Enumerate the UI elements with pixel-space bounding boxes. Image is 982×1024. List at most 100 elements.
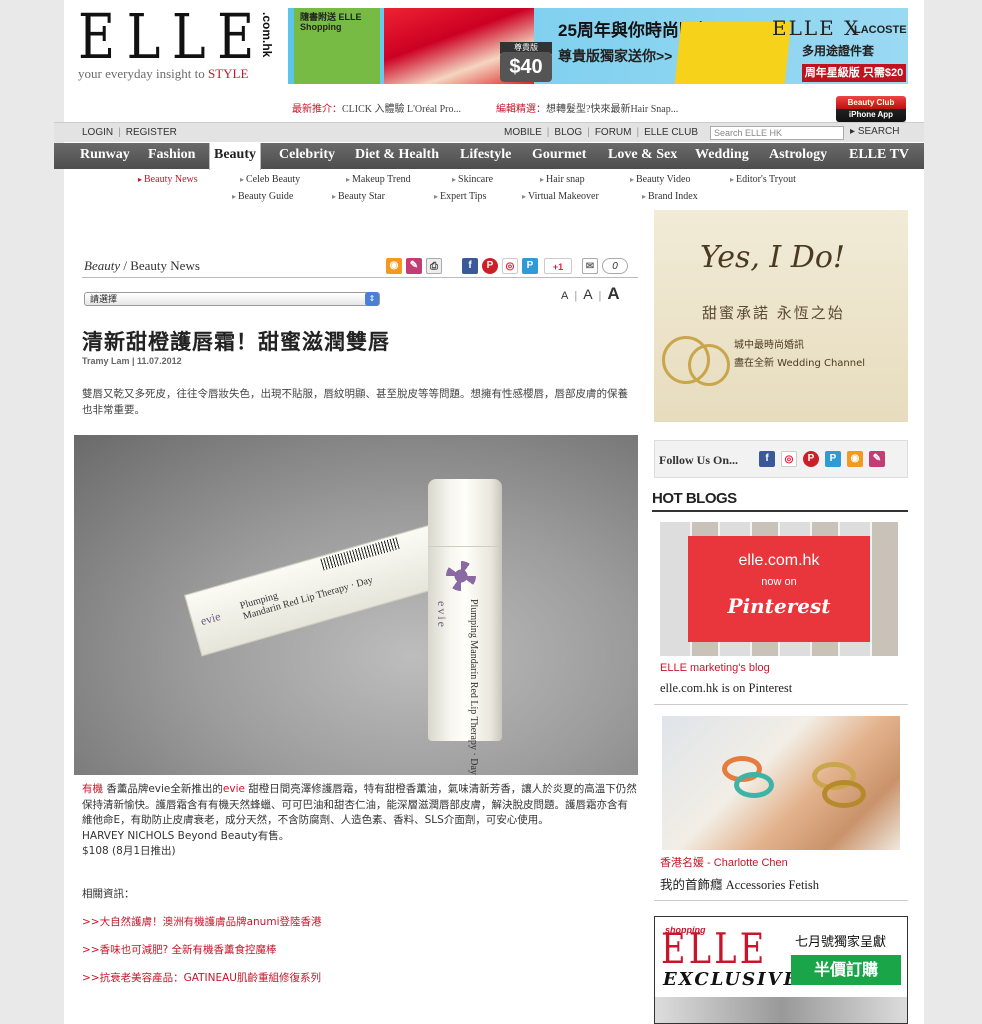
wedding-sub: 甜蜜承諾 永恆之始 [702, 304, 845, 322]
share-count: 0 [602, 258, 628, 274]
search-arrow-icon: ▸ [850, 126, 858, 137]
subnav-beauty-guide[interactable]: Beauty Guide [232, 191, 293, 202]
pinterest-promo-card: elle.com.hk now on Pinterest [688, 536, 870, 642]
nav-astrology[interactable]: Astrology [769, 143, 827, 169]
wedding-channel-ad[interactable]: Yes, I Do! 甜蜜承諾 永恆之始 城中最時尚婚訊 盡在全新 Weddin… [654, 210, 908, 422]
weibo-icon[interactable]: ◎ [502, 258, 518, 274]
nav-beauty[interactable]: Beauty [209, 143, 261, 170]
follow-label: Follow Us On... [659, 453, 739, 467]
elle-logo[interactable]: ELLE .com.hk your everyday insight to ST… [78, 6, 278, 82]
subnav-makeup-trend[interactable]: Makeup Trend [346, 174, 411, 185]
subnav-beauty-news[interactable]: Beauty News [138, 174, 198, 185]
blog-title-2[interactable]: 我的首飾癮 Accessories Fetish [660, 874, 819, 893]
article-intro: 雙唇又乾又多死皮，往往令唇妝失色，出現不貼服，唇紋明顯、甚至脫皮等等問題。想擁有… [82, 388, 628, 416]
bookmark-icon[interactable]: ✎ [406, 258, 422, 274]
organic-link[interactable]: 有機 [82, 783, 103, 795]
google-plus-one-button[interactable]: +1 [544, 258, 572, 274]
related-link-2[interactable]: >>香味也可減肥? 全新有機香薰食控魔棒 [82, 942, 277, 957]
facebook-icon[interactable]: f [462, 258, 478, 274]
rss-icon[interactable]: ◉ [847, 451, 863, 467]
pinterest-icon[interactable]: P [482, 258, 498, 274]
elle-shopping-exclusive-ad[interactable]: ELLE shopping EXCLUSIVE 七月號獨家呈獻 半價訂購 [654, 916, 908, 1024]
beauty-club-app-badge[interactable]: Beauty Club iPhone App [836, 96, 906, 122]
banner-subtitle[interactable]: 尊貴版獨家送你>> [558, 46, 672, 66]
login-link[interactable]: LOGIN [82, 127, 113, 138]
elle-club-link[interactable]: ELLE CLUB [644, 127, 698, 138]
box-brand-text: evie [198, 609, 223, 629]
breadcrumb-divider [82, 277, 638, 278]
nav-diet-health[interactable]: Diet & Health [355, 143, 439, 169]
mobile-link[interactable]: MOBILE [504, 127, 542, 138]
register-link[interactable]: REGISTER [126, 127, 177, 138]
weibo-icon[interactable]: ◎ [781, 451, 797, 467]
tube-cap [428, 479, 502, 547]
tube-brand-text: evie [435, 601, 449, 629]
evie-link[interactable]: evie [223, 783, 245, 795]
forum-link[interactable]: FORUM [595, 127, 632, 138]
ad-shopping-label: shopping [665, 925, 706, 935]
promo-link-1[interactable]: 最新推介：CLICK 入體驗 L'Oréal Pro... [292, 100, 461, 115]
related-heading: 相關資訊： [82, 888, 135, 900]
blog-divider [654, 704, 908, 705]
print-icon[interactable]: ⎙ [426, 258, 442, 274]
page: ELLE .com.hk your everyday insight to ST… [54, 0, 924, 1024]
plurk-icon[interactable]: P [825, 451, 841, 467]
subnav-virtual-makeover[interactable]: Virtual Makeover [522, 191, 599, 202]
blog-thumbnail-pinterest[interactable]: elle.com.hk now on Pinterest [660, 522, 898, 656]
blog-title-1[interactable]: elle.com.hk is on Pinterest [660, 681, 792, 696]
subnav-editors-tryout[interactable]: Editor's Tryout [730, 174, 796, 185]
subnav-skincare[interactable]: Skincare [452, 174, 493, 185]
nav-wedding[interactable]: Wedding [695, 143, 749, 169]
font-large-button[interactable]: A [607, 284, 619, 303]
blog-thumbnail-accessories[interactable] [662, 716, 900, 850]
banner-price-strip: 周年星級版 只需$20 [802, 64, 906, 82]
breadcrumb: Beauty / Beauty News [84, 258, 200, 273]
nav-gourmet[interactable]: Gourmet [532, 143, 586, 169]
font-small-button[interactable]: A [561, 290, 568, 302]
nav-elle-tv[interactable]: ELLE TV [849, 143, 909, 169]
ad-bottom-image [655, 997, 907, 1023]
search-button[interactable]: ▸ SEARCH [850, 126, 900, 137]
subnav-hair-snap[interactable]: Hair snap [540, 174, 585, 185]
account-links: LOGIN | REGISTER [82, 127, 177, 138]
rss-icon[interactable]: ◉ [386, 258, 402, 274]
related-link-3[interactable]: >>抗衰老美容產品：GATINEAU肌齡重組修復系列 [82, 970, 321, 985]
nav-runway[interactable]: Runway [80, 143, 130, 169]
promo-link-2[interactable]: 編輯精選：想轉髮型?快來最新Hair Snap... [496, 100, 678, 115]
search-input[interactable]: Search ELLE HK [710, 126, 844, 140]
breadcrumb-page[interactable]: Beauty News [130, 258, 200, 273]
email-icon[interactable]: ✉ [582, 258, 598, 274]
subnav-beauty-video[interactable]: Beauty Video [630, 174, 690, 185]
related-link-1[interactable]: >>大自然護膚！澳洲有機護膚品牌anumi登陸香港 [82, 914, 321, 929]
article-title: 清新甜橙護唇霜！甜蜜滋潤雙唇 [82, 330, 390, 354]
subnav-beauty-star[interactable]: Beauty Star [332, 191, 385, 202]
blog-link[interactable]: BLOG [554, 127, 582, 138]
nav-celebrity[interactable]: Celebrity [279, 143, 335, 169]
subnav-brand-index[interactable]: Brand Index [642, 191, 698, 202]
nav-fashion[interactable]: Fashion [148, 143, 195, 169]
top-banner-ad[interactable]: 隨書附送 ELLE Shopping 尊貴版 $40 25周年與你時尚同行 尊貴… [288, 8, 908, 84]
blog-caption-1[interactable]: ELLE marketing's blog [660, 662, 770, 674]
half-price-subscribe-button[interactable]: 半價訂購 [791, 955, 901, 985]
price-text: $108 (8月1日推出) [82, 845, 176, 858]
bangle-image [822, 780, 866, 808]
facebook-icon[interactable]: f [759, 451, 775, 467]
bookmark-icon[interactable]: ✎ [869, 451, 885, 467]
category-select[interactable]: 請選擇 ⇕ [84, 292, 380, 306]
magazine-cover-image: 隨書附送 ELLE Shopping [294, 8, 380, 84]
subnav-expert-tips[interactable]: Expert Tips [434, 191, 486, 202]
ring-icon [688, 344, 730, 386]
nav-love-sex[interactable]: Love & Sex [608, 143, 677, 169]
tube-label-text: Plumping Mandarin Red Lip Therapy · Day [468, 599, 479, 775]
subnav-celeb-beauty[interactable]: Celeb Beauty [240, 174, 300, 185]
blog-caption-2[interactable]: 香港名媛 - Charlotte Chen [660, 854, 788, 870]
plurk-icon[interactable]: P [522, 258, 538, 274]
font-medium-button[interactable]: A [583, 286, 592, 302]
stockist-text: HARVEY NICHOLS Beyond Beauty有售。 [82, 829, 290, 842]
nav-lifestyle[interactable]: Lifestyle [460, 143, 511, 169]
wedding-line-1: 城中最時尚婚訊 [734, 340, 804, 351]
pinterest-icon[interactable]: P [803, 451, 819, 467]
wedding-headline: Yes, I Do! [700, 240, 845, 275]
breadcrumb-section[interactable]: Beauty [84, 258, 120, 273]
flower-logo-icon [446, 561, 476, 591]
